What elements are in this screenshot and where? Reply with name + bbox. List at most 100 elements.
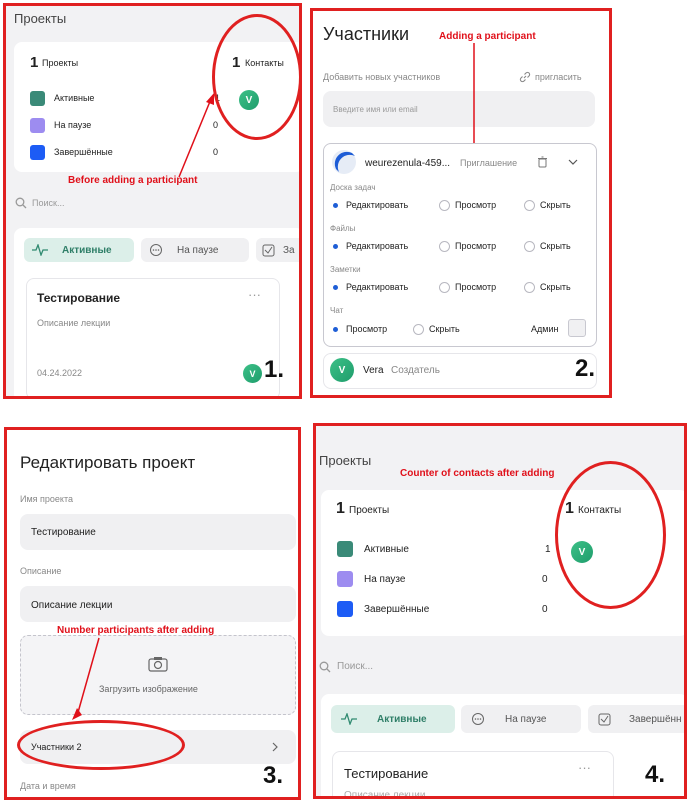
option-task-board-hide: Скрыть <box>540 200 571 210</box>
radio-notes-edit[interactable] <box>330 282 341 293</box>
status-label-paused: На паузе <box>54 120 92 130</box>
section-title-task-board: Доска задач <box>330 183 376 192</box>
tab-label-active: Активные <box>62 244 112 256</box>
option-chat-hide: Скрыть <box>429 324 460 334</box>
projects-count: 1 <box>30 54 39 71</box>
description-value: Описание лекции <box>31 600 113 611</box>
contacts-highlight-ellipse <box>212 14 299 140</box>
status-color-active <box>337 541 353 557</box>
page-header: Проекты <box>319 453 372 468</box>
status-count-completed: 0 <box>542 604 548 615</box>
radio-task-board-edit[interactable] <box>330 200 341 211</box>
participant-input-placeholder: Введите имя или email <box>333 105 418 114</box>
creator-name: Vera <box>363 365 384 376</box>
status-count-paused: 0 <box>542 574 548 585</box>
annotation-arrow <box>469 43 479 157</box>
more-icon[interactable]: ··· <box>578 760 591 775</box>
chevron-right-icon[interactable] <box>272 742 279 752</box>
participants-highlight-ellipse <box>17 720 185 770</box>
tab-active[interactable]: Активные <box>24 238 134 262</box>
more-icon[interactable]: ··· <box>248 287 261 302</box>
status-label-completed: Завершённые <box>54 147 113 157</box>
radio-files-hide[interactable] <box>524 241 535 252</box>
annotation-counter-contacts: Counter of contacts after adding <box>400 468 555 479</box>
projects-label: Проекты <box>42 58 79 68</box>
status-label-active: Активные <box>364 544 409 555</box>
checkbox-icon <box>262 244 275 256</box>
trash-icon[interactable] <box>537 156 548 168</box>
panel-adding-participant: Участники Adding a participant Добавить … <box>310 8 612 398</box>
option-files-hide: Скрыть <box>540 241 571 251</box>
projects-label: Проекты <box>349 505 390 516</box>
annotation-arrow <box>178 93 214 178</box>
radio-task-board-hide[interactable] <box>524 200 535 211</box>
contacts-highlight-ellipse <box>555 461 666 609</box>
option-task-board-view: Просмотр <box>455 200 497 210</box>
admin-label: Админ <box>531 324 559 334</box>
projects-count: 1 <box>336 500 345 517</box>
invite-link[interactable]: пригласить <box>535 72 582 82</box>
tab-paused[interactable]: На паузе <box>141 238 249 262</box>
section-title-notes: Заметки <box>330 265 361 274</box>
status-color-completed <box>30 145 45 160</box>
option-chat-view: Просмотр <box>346 324 388 334</box>
option-files-edit: Редактировать <box>346 241 409 251</box>
activity-icon <box>341 713 357 725</box>
participant-status: Приглашение <box>460 158 518 168</box>
tab-completed[interactable]: Завершённ <box>588 705 684 733</box>
radio-files-edit[interactable] <box>330 241 341 252</box>
status-count-active: 1 <box>545 544 551 555</box>
status-color-active <box>30 91 45 106</box>
radio-chat-view[interactable] <box>330 324 341 335</box>
project-title: Тестирование <box>37 291 121 305</box>
status-label-paused: На паузе <box>364 574 406 585</box>
tab-active[interactable]: Активные <box>331 705 455 733</box>
status-label-active: Активные <box>54 93 95 103</box>
step-number: 4. <box>645 761 666 788</box>
status-color-completed <box>337 601 353 617</box>
annotation-before-adding: Before adding a participant <box>68 175 198 186</box>
radio-notes-hide[interactable] <box>524 282 535 293</box>
tab-completed[interactable]: За <box>256 238 299 262</box>
tab-label-paused: На паузе <box>505 713 547 725</box>
section-title-files: Файлы <box>330 224 356 233</box>
activity-icon <box>32 244 48 256</box>
radio-task-board-view[interactable] <box>439 200 450 211</box>
option-task-board-edit: Редактировать <box>346 200 409 210</box>
participant-name: weurezenula-459... <box>365 158 451 169</box>
project-title: Тестирование <box>344 766 429 781</box>
panel-after-adding: Проекты Counter of contacts after adding… <box>313 423 687 799</box>
project-avatar[interactable]: V <box>243 364 262 383</box>
radio-files-view[interactable] <box>439 241 450 252</box>
participants-title: Участники <box>323 24 409 44</box>
tab-label-paused: На паузе <box>177 244 219 256</box>
chevron-down-icon[interactable] <box>568 158 578 166</box>
option-notes-edit: Редактировать <box>346 282 409 292</box>
image-upload-area[interactable] <box>20 635 296 715</box>
option-files-view: Просмотр <box>455 241 497 251</box>
pause-dots-icon <box>472 713 484 725</box>
project-date: 04.24.2022 <box>37 368 83 378</box>
project-name-label: Имя проекта <box>20 494 73 504</box>
search-input[interactable]: Поиск... <box>337 661 373 672</box>
search-input[interactable]: Поиск... <box>32 198 64 208</box>
checkbox-icon <box>598 713 611 725</box>
tab-label-completed: За <box>283 244 295 256</box>
tab-label-active: Активные <box>377 713 427 725</box>
radio-chat-hide[interactable] <box>413 324 424 335</box>
radio-notes-view[interactable] <box>439 282 450 293</box>
tab-paused[interactable]: На паузе <box>461 705 581 733</box>
status-label-completed: Завершённые <box>364 604 430 615</box>
project-description: Описание лекции <box>344 790 426 799</box>
camera-icon <box>148 657 168 672</box>
admin-checkbox[interactable] <box>568 319 586 337</box>
participant-avatar-icon <box>332 150 356 174</box>
creator-role: Создатель <box>391 365 440 376</box>
search-icon <box>15 197 27 209</box>
section-title-chat: Чат <box>330 306 344 315</box>
add-participants-label: Добавить новых участников <box>323 72 441 82</box>
project-description: Описание лекции <box>37 318 111 328</box>
edit-project-title: Редактировать проект <box>20 453 196 472</box>
project-name-value: Тестирование <box>31 527 96 538</box>
search-icon <box>319 661 331 673</box>
